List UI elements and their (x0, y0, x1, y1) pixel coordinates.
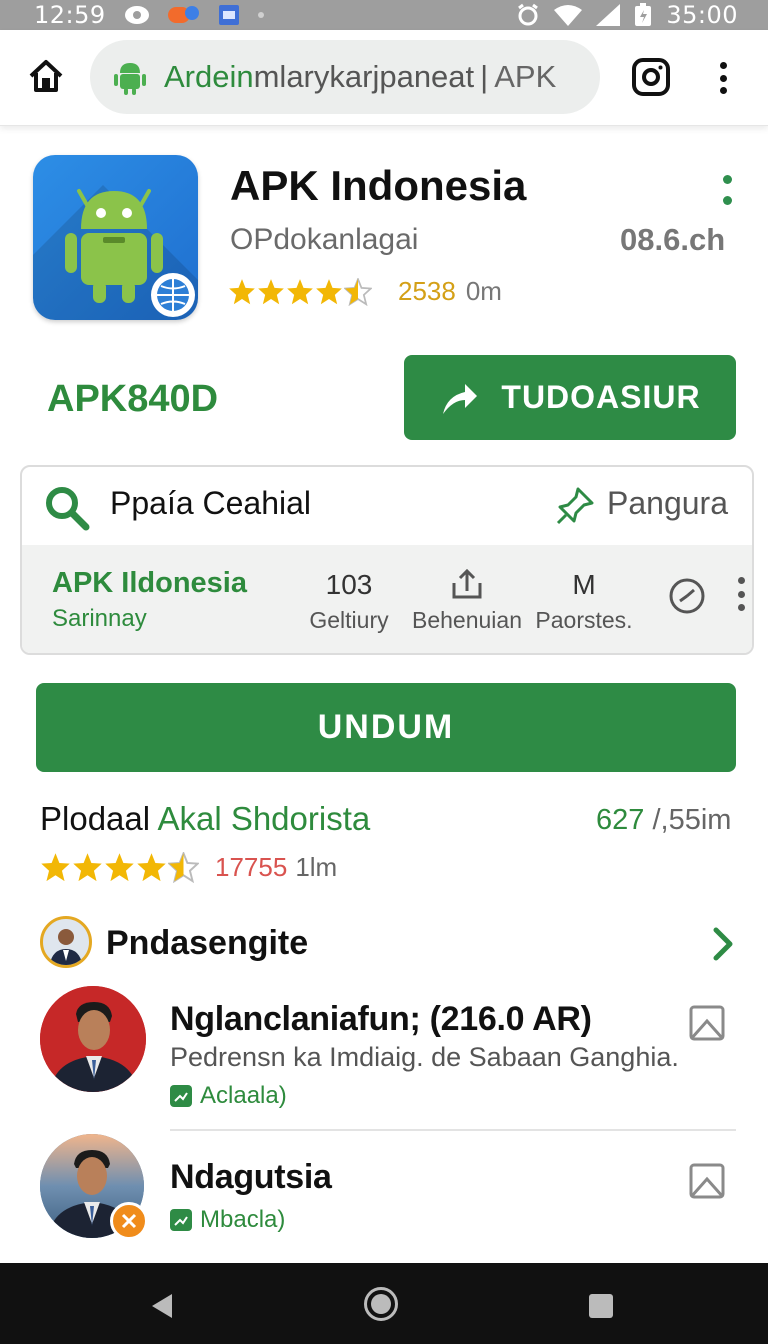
app-icon (33, 155, 198, 320)
star-icon (287, 278, 313, 304)
url-path: mlarykarjpaneat (253, 59, 475, 94)
home-nav-icon[interactable] (364, 1287, 398, 1321)
product-title: Plodaal Akal Shdorista (40, 800, 370, 838)
calendar-icon (218, 5, 239, 25)
more-notifications-dot (257, 12, 264, 18)
info-subtitle: Sarinnay (52, 605, 147, 632)
bookmark-icon[interactable] (688, 1162, 726, 1200)
product-size-unit: /,55im (652, 804, 732, 836)
search-row[interactable]: Ppaía Ceahial Pangura (22, 467, 752, 545)
app-rating: 2538 0m (228, 276, 502, 307)
list-item-tag-label: Mbacla) (200, 1206, 286, 1233)
url-separator: | (480, 59, 489, 94)
search-input[interactable]: Ppaía Ceahial (110, 485, 311, 522)
product-size-value: 627 (596, 804, 645, 836)
list-item-title[interactable]: Nglanclaniafun; (216.0 AR) (170, 1000, 592, 1039)
product-rating: 17755 1lm (40, 852, 337, 883)
section-title: Pndasengite (106, 924, 309, 962)
list-item-tag-label: Aclaala) (200, 1082, 287, 1109)
star-rating (228, 277, 372, 306)
product-title-name[interactable]: Akal Shdorista (157, 800, 370, 837)
android-robot-icon (65, 189, 195, 317)
app-size: 08.6.ch (620, 222, 726, 257)
eye-icon (124, 6, 149, 24)
search-card: Ppaía Ceahial Pangura APK Ildonesia Sari… (20, 465, 754, 655)
status-right-time: 35:00 (666, 1, 738, 29)
battery-icon (635, 3, 652, 26)
rating-unit: 0m (465, 276, 502, 306)
clock-icon[interactable] (668, 577, 706, 615)
avatar[interactable] (40, 986, 146, 1092)
list-item-tag: Aclaala) (170, 1082, 287, 1110)
star-icon (316, 278, 342, 304)
url-tail: APK (494, 59, 557, 94)
stat-label: Paorstes. (535, 607, 633, 633)
rating-unit: 1lm (295, 852, 338, 882)
bookmark-icon[interactable] (688, 1004, 726, 1042)
more-vert-icon (719, 62, 727, 69)
product-size: 627 /,55im (596, 804, 731, 837)
apk-version-code: APK840D (47, 378, 219, 420)
download-button[interactable]: UNDUM (36, 683, 736, 772)
back-icon[interactable] (150, 1292, 174, 1320)
url-domain: Ardein (164, 59, 254, 94)
section-avatar (40, 916, 92, 968)
star-icon (229, 278, 255, 304)
stat-permissions[interactable]: M Paorstes. (514, 569, 654, 634)
share-button-label: TUDOASIUR (501, 379, 701, 415)
signal-icon (596, 4, 621, 26)
stat-value: M (572, 569, 596, 600)
pin-icon (556, 487, 594, 525)
list-item-title[interactable]: Ndagutsia (170, 1158, 332, 1197)
star-icon (73, 853, 102, 882)
browser-menu-button[interactable] (706, 58, 740, 98)
instagram-icon[interactable] (632, 58, 670, 96)
trending-icon (170, 1209, 192, 1231)
app-options-button[interactable] (721, 175, 733, 205)
rating-count: 2538 (398, 276, 456, 306)
app-developer[interactable]: OPdokanlagai (230, 223, 418, 257)
star-icon (41, 853, 70, 882)
share-button[interactable]: TUDOASIUR (404, 355, 736, 440)
search-icon (46, 487, 90, 531)
url-bar[interactable]: Ardein mlarykarjpaneat | APK (90, 40, 600, 114)
wifi-icon (554, 5, 583, 26)
star-icon (258, 278, 284, 304)
list-item-description: Pedrensn ka Imdiaig. de Sabaan Ganghia. (170, 1042, 679, 1072)
recent-apps-icon[interactable] (589, 1294, 613, 1318)
status-bar: 12:59 35:00 (0, 0, 768, 30)
close-badge-icon[interactable] (110, 1202, 148, 1240)
alarm-icon (518, 3, 539, 26)
card-more-button[interactable] (736, 577, 746, 611)
trending-icon (170, 1085, 192, 1107)
status-time: 12:59 (34, 1, 106, 29)
rating-count: 17755 (215, 852, 288, 882)
notification-icon (167, 6, 199, 23)
app-title: APK Indonesia (230, 162, 527, 209)
list-divider (170, 1129, 736, 1131)
home-icon[interactable] (26, 56, 66, 96)
info-title: APK Ildonesia (52, 567, 247, 599)
browser-toolbar: Ardein mlarykarjpaneat | APK (0, 30, 768, 126)
chevron-right-icon[interactable] (708, 926, 738, 962)
star-icon (105, 853, 134, 882)
star-icon (137, 853, 166, 882)
half-star-icon (168, 852, 199, 883)
info-row: APK Ildonesia Sarinnay 103 Geltiury Behe… (22, 545, 752, 653)
star-rating (40, 852, 199, 883)
android-icon (114, 63, 146, 95)
half-star-icon (344, 277, 372, 306)
pin-label[interactable]: Pangura (607, 485, 728, 522)
product-title-prefix: Plodaal (40, 800, 151, 837)
share-arrow-icon (443, 383, 478, 414)
list-item-tag: Mbacla) (170, 1206, 285, 1234)
